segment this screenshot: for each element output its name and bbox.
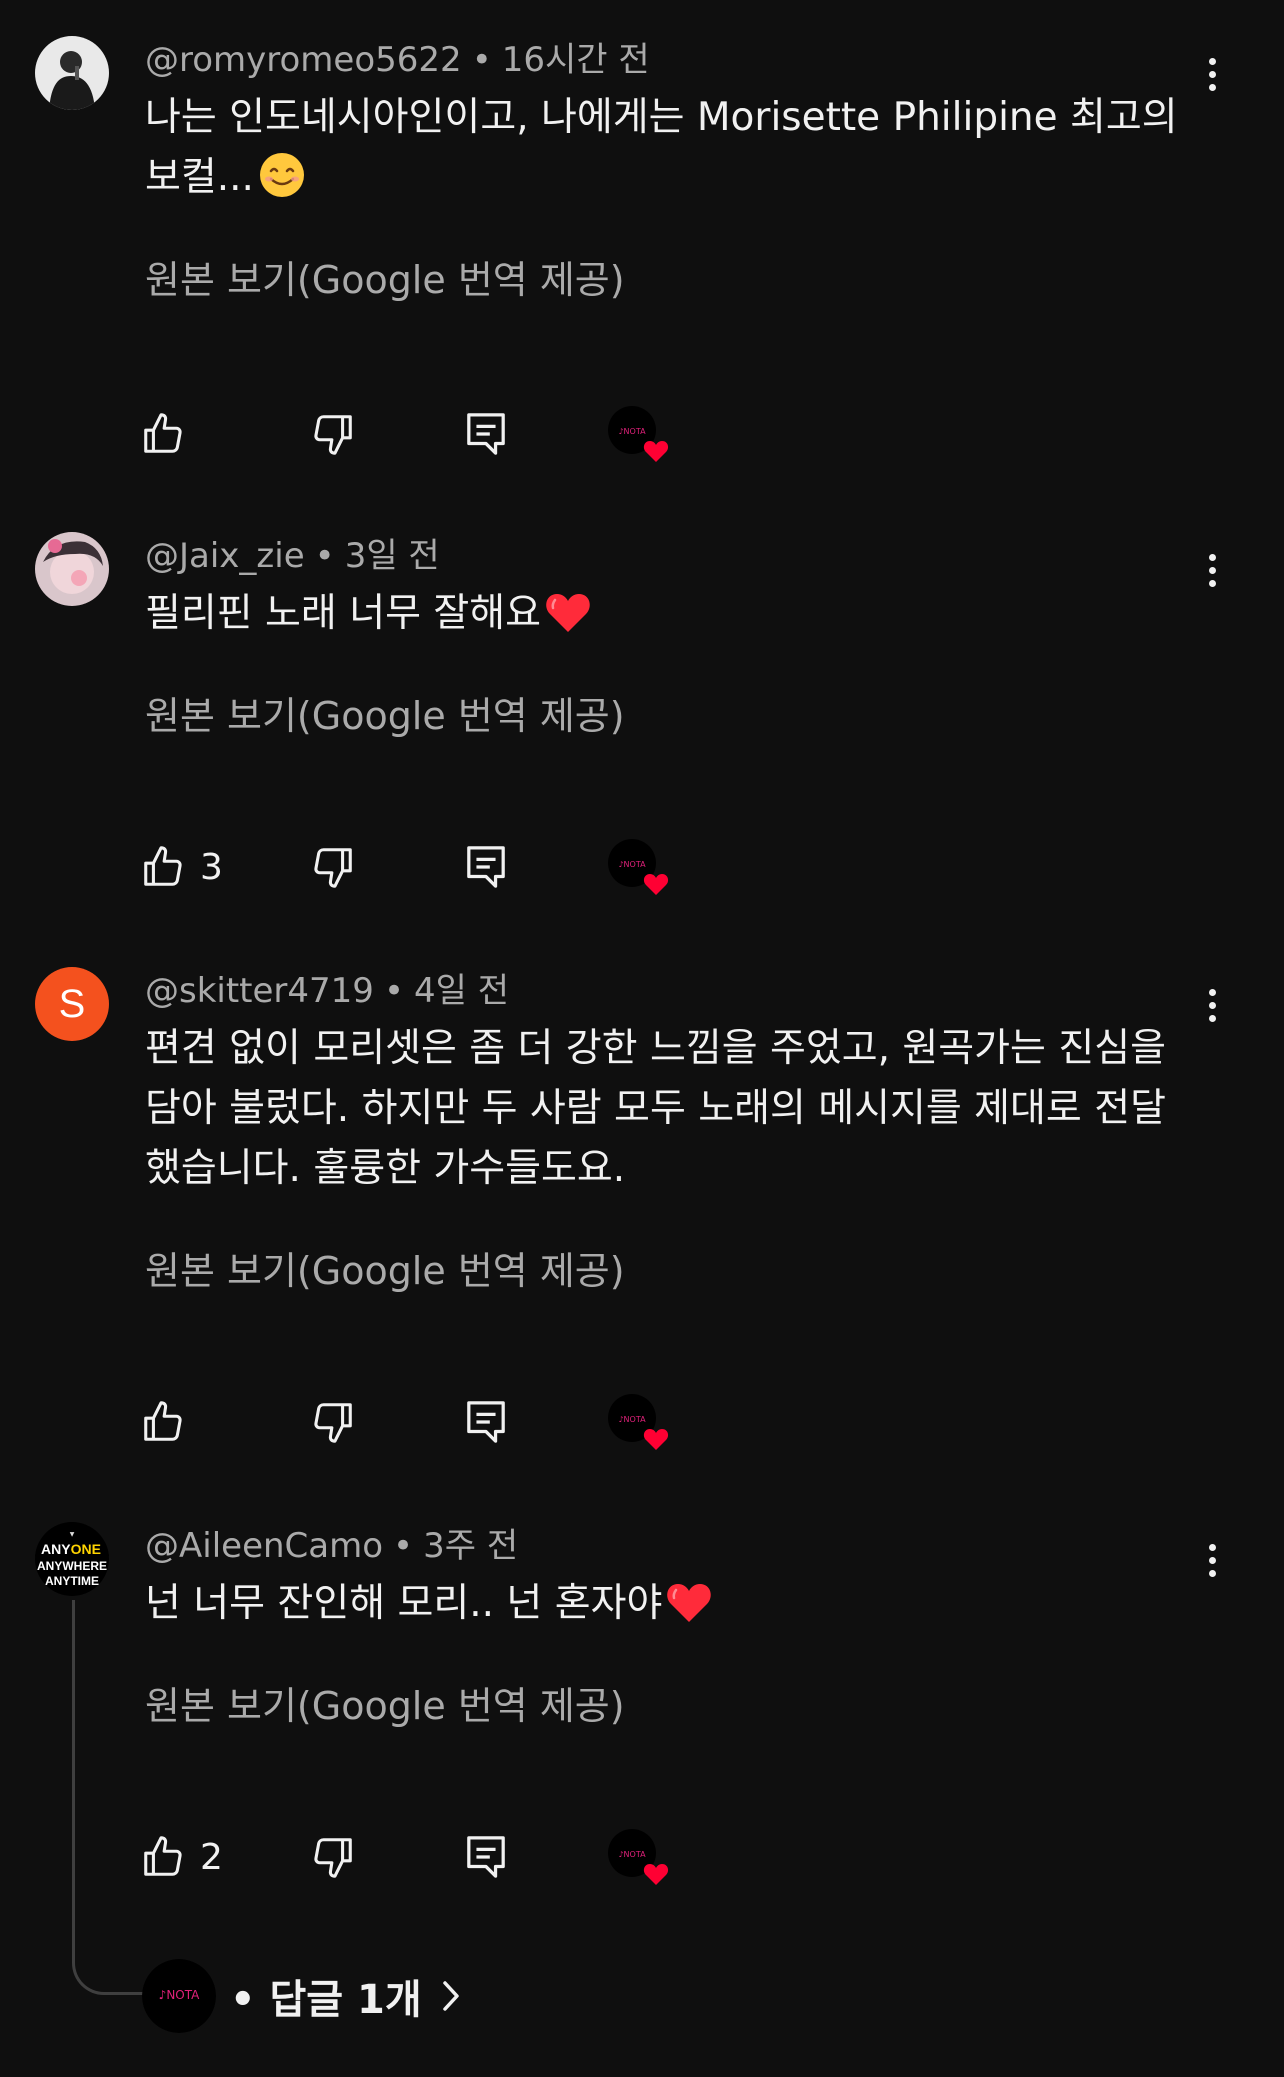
like-button[interactable]: 2 (140, 1827, 223, 1887)
dislike-button[interactable] (310, 1827, 356, 1887)
comment-meta: @skitter4719 • 4일 전 (145, 967, 509, 1015)
nota-logo-icon: ♪NOTA (142, 1959, 216, 2033)
svg-text:♪NOTA: ♪NOTA (618, 1415, 646, 1424)
creator-heart-badge: ♪NOTA (608, 404, 678, 464)
reply-comment-icon (467, 1836, 505, 1878)
view-replies-button[interactable]: ♪NOTA • 답글 1개 (142, 1958, 462, 2034)
meta-separator: • (314, 536, 335, 576)
reply-button[interactable] (465, 404, 507, 464)
anyone-anywhere-logo-avatar-icon: ▼ ANYONE ANYWHERE ANYTIME (35, 1522, 109, 1596)
svg-text:♪NOTA: ♪NOTA (618, 1850, 646, 1859)
see-original-link[interactable]: 원본 보기(Google 번역 제공) (145, 1247, 625, 1295)
thumbs-down-icon (314, 1403, 352, 1443)
meta-separator: • (471, 40, 492, 80)
comment-handle[interactable]: @skitter4719 (145, 971, 374, 1011)
avatar[interactable] (35, 532, 109, 606)
comment-actions: 3 ♪NOTA (140, 837, 740, 897)
comment-text: 넌 너무 잔인해 모리.. 넌 혼자야 (145, 1574, 1185, 1634)
thumbs-up-icon (144, 413, 182, 453)
thumbs-up-icon (144, 1836, 182, 1876)
like-count: 3 (200, 846, 223, 888)
svg-text:♪NOTA: ♪NOTA (618, 427, 646, 436)
svg-text:♪NOTA: ♪NOTA (618, 860, 646, 869)
comment-meta: @Jaix_zie • 3일 전 (145, 532, 440, 580)
like-button[interactable]: 3 (140, 837, 223, 897)
reply-comment-icon (467, 413, 505, 455)
comment-actions: ♪NOTA (140, 1392, 740, 1452)
comment-handle[interactable]: @romyromeo5622 (145, 40, 462, 80)
comment-handle[interactable]: @Jaix_zie (145, 536, 305, 576)
comment-actions: ♪NOTA (140, 404, 740, 464)
svg-text:ANYONE: ANYONE (41, 1541, 101, 1557)
creator-heart-icon: ♪NOTA (608, 839, 669, 895)
like-button[interactable] (140, 404, 200, 464)
more-options-button[interactable] (1192, 981, 1232, 1029)
red-heart-emoji-icon (546, 594, 590, 632)
svg-text:ANYTIME: ANYTIME (45, 1574, 99, 1588)
reply-thread-line (72, 1600, 145, 1995)
thumbs-up-icon (144, 846, 182, 886)
comments-page: @romyromeo5622 • 16시간 전 나는 인도네시아인이고, 나에게는 … (0, 0, 1284, 2077)
avatar[interactable]: S (35, 967, 109, 1041)
channel-avatar: ♪NOTA (142, 1959, 216, 2033)
thumbs-up-icon (144, 1401, 182, 1441)
dislike-button[interactable] (310, 404, 356, 464)
chevron-right-icon (440, 1978, 462, 2014)
comment-time: 3일 전 (344, 536, 440, 576)
dislike-button[interactable] (310, 837, 356, 897)
see-original-link[interactable]: 원본 보기(Google 번역 제공) (145, 692, 625, 740)
more-options-button[interactable] (1192, 50, 1232, 98)
see-original-link[interactable]: 원본 보기(Google 번역 제공) (145, 1682, 625, 1730)
avatar[interactable] (35, 36, 109, 110)
comment-text-content: 넌 너무 잔인해 모리.. 넌 혼자야 (145, 1581, 663, 1626)
comment-meta: @romyromeo5622 • 16시간 전 (145, 36, 650, 84)
like-button[interactable] (140, 1392, 200, 1452)
creator-heart-icon: ♪NOTA (608, 1394, 669, 1450)
creator-heart-icon: ♪NOTA (608, 1829, 669, 1885)
reply-button[interactable] (465, 1827, 507, 1887)
more-options-button[interactable] (1192, 1536, 1232, 1584)
thumbs-down-icon (314, 848, 352, 888)
creator-heart-icon: ♪NOTA (608, 406, 669, 462)
reply-button[interactable] (465, 837, 507, 897)
see-original-link[interactable]: 원본 보기(Google 번역 제공) (145, 256, 625, 304)
creator-heart-badge: ♪NOTA (608, 837, 678, 897)
reply-button[interactable] (465, 1392, 507, 1452)
comment-time: 3주 전 (423, 1526, 519, 1566)
thumbs-down-icon (314, 415, 352, 455)
more-options-button[interactable] (1192, 546, 1232, 594)
reply-comment-icon (467, 1401, 505, 1443)
comment-time: 16시간 전 (501, 40, 650, 80)
avatar-letter: S (58, 981, 86, 1026)
comment-time: 4일 전 (414, 971, 509, 1011)
meta-separator: • (383, 971, 404, 1011)
comment-meta: @AileenCamo • 3주 전 (145, 1522, 518, 1570)
like-count: 2 (200, 1836, 223, 1878)
pink-photo-avatar-icon (35, 532, 109, 606)
creator-heart-badge: ♪NOTA (608, 1827, 678, 1887)
replies-count-label: • 답글 1개 (230, 1977, 422, 2023)
svg-text:ANYWHERE: ANYWHERE (37, 1559, 107, 1573)
comment-text-content: 필리핀 노래 너무 잘해요 (145, 591, 541, 636)
creator-heart-badge: ♪NOTA (608, 1392, 678, 1452)
avatar[interactable]: ▼ ANYONE ANYWHERE ANYTIME (35, 1522, 109, 1596)
comment-actions: 2 ♪NOTA (140, 1827, 740, 1887)
svg-text:♪NOTA: ♪NOTA (159, 1988, 200, 2002)
svg-text:▼: ▼ (70, 1531, 75, 1538)
reply-comment-icon (467, 846, 505, 888)
dislike-button[interactable] (310, 1392, 356, 1452)
comment-text: 필리핀 노래 너무 잘해요 (145, 584, 1185, 644)
comment-text: 편견 없이 모리셋은 좀 더 강한 느낌을 주었고, 원곡가는 진심을 담아 불… (145, 1026, 1166, 1191)
red-heart-emoji-icon (667, 1584, 712, 1622)
person-photo-avatar-icon (35, 36, 109, 110)
meta-separator: • (393, 1526, 414, 1566)
comment-text: 나는 인도네시아인이고, 나에게는 Morisette Philipine 최고… (145, 88, 1185, 208)
smiling-face-emoji-icon (259, 153, 304, 197)
comment-handle[interactable]: @AileenCamo (145, 1526, 383, 1566)
thumbs-down-icon (314, 1838, 352, 1878)
